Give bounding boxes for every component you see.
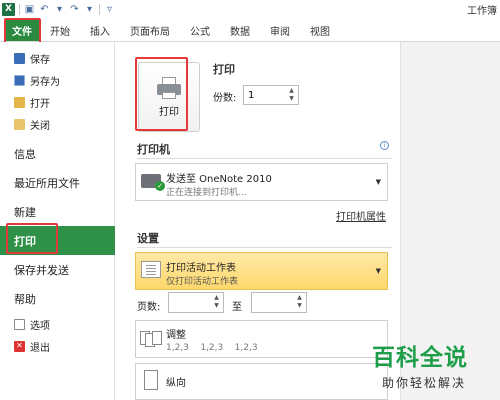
customize-qat-icon[interactable]: ▿ — [104, 4, 115, 15]
printer-dropdown[interactable]: ✓ 发送至 OneNote 2010 正在连接到打印机... ▼ — [135, 163, 388, 201]
nav-item-label: 退出 — [30, 342, 50, 354]
nav-item-options[interactable]: 选项 — [0, 313, 114, 335]
watermark-logo: 百科全说 助你轻松解决 — [372, 338, 500, 391]
nav-item-label: 另存为 — [30, 76, 60, 88]
nav-item-label: 保存 — [30, 54, 50, 66]
exit-icon: ✕ — [14, 340, 25, 352]
nav-item-info[interactable]: 信息 — [0, 139, 114, 168]
redo-icon[interactable]: ↷ — [69, 4, 80, 15]
chevron-down-icon: ▼ — [375, 267, 381, 275]
divider — [137, 247, 392, 248]
printer-icon: ✓ — [141, 174, 165, 191]
collate-sub: 1,2,3 1,2,3 1,2,3 — [166, 343, 258, 353]
copies-stepper[interactable]: ▲ ▼ — [243, 85, 299, 105]
tab-review[interactable]: 审阅 — [260, 19, 300, 41]
copies-input[interactable] — [244, 86, 282, 104]
nav-item-new[interactable]: 新建 — [0, 197, 114, 226]
watermark-subtitle: 助你轻松解决 — [382, 376, 467, 390]
qat-separator — [99, 3, 100, 15]
tab-page-layout[interactable]: 页面布局 — [120, 19, 180, 41]
folder-close-icon — [14, 118, 25, 130]
nav-item-save-send[interactable]: 保存并发送 — [0, 255, 114, 284]
spin-arrows[interactable]: ▲ ▼ — [287, 87, 296, 103]
nav-item-open[interactable]: 打开 — [0, 91, 114, 113]
spin-up-icon[interactable]: ▲ — [212, 294, 221, 302]
tab-data[interactable]: 数据 — [220, 19, 260, 41]
excel-logo-icon: X — [2, 2, 15, 16]
pages-label: 页数: — [137, 302, 161, 313]
undo-dropdown-icon[interactable]: ▾ — [54, 4, 65, 15]
spin-up-icon[interactable]: ▲ — [287, 87, 296, 95]
print-what-main: 打印活动工作表 — [166, 263, 236, 274]
pages-from-stepper[interactable]: ▲ ▼ — [168, 292, 224, 313]
nav-item-exit[interactable]: ✕ 退出 — [0, 335, 114, 357]
divider — [137, 158, 392, 159]
orientation-main: 纵向 — [166, 378, 186, 389]
collate-dropdown[interactable]: 调整 1,2,3 1,2,3 1,2,3 — [135, 320, 388, 358]
nav-item-label: 打开 — [30, 98, 50, 110]
spin-arrows[interactable]: ▲ ▼ — [212, 294, 221, 310]
title-bar: X ▣ ↶ ▾ ↷ ▾ ▿ 工作簿 — [0, 0, 500, 18]
ribbon-tabs: 文件 开始 插入 页面布局 公式 数据 审阅 视图 — [0, 18, 500, 42]
nav-item-close[interactable]: 关闭 — [0, 113, 114, 135]
quick-access-toolbar: X ▣ ↶ ▾ ↷ ▾ ▿ — [0, 2, 115, 16]
pages-to-stepper[interactable]: ▲ ▼ — [251, 292, 307, 313]
annotation-highlight-print-button — [135, 57, 188, 131]
printer-section-title: 打印机 — [137, 143, 170, 156]
nav-item-save-as[interactable]: 另存为 — [0, 69, 114, 91]
chevron-down-icon: ▼ — [375, 178, 381, 186]
collate-icon — [140, 331, 164, 347]
qat-separator — [19, 3, 20, 15]
redo-dropdown-icon[interactable]: ▾ — [84, 4, 95, 15]
copies-label: 份数: — [213, 93, 237, 104]
tab-home[interactable]: 开始 — [40, 19, 80, 41]
tab-formulas[interactable]: 公式 — [180, 19, 220, 41]
spin-down-icon[interactable]: ▼ — [212, 302, 221, 310]
printer-status: 正在连接到打印机... — [166, 188, 247, 198]
window-title: 工作簿 — [467, 6, 497, 17]
ready-check-icon: ✓ — [155, 181, 165, 191]
spin-arrows[interactable]: ▲ ▼ — [295, 294, 304, 310]
save-icon[interactable]: ▣ — [24, 4, 35, 15]
nav-item-help[interactable]: 帮助 — [0, 284, 114, 313]
printer-properties-link[interactable]: 打印机属性 — [336, 208, 386, 223]
print-what-sub: 仅打印活动工作表 — [166, 277, 239, 287]
save-as-icon — [14, 74, 25, 86]
options-icon — [14, 318, 25, 330]
save-icon — [14, 52, 25, 64]
spin-down-icon[interactable]: ▼ — [295, 302, 304, 310]
annotation-highlight-print-nav — [6, 223, 58, 254]
printer-name: 发送至 OneNote 2010 — [166, 174, 272, 185]
orientation-dropdown[interactable]: 纵向 — [135, 363, 388, 400]
pages-to-label: 至 — [232, 302, 242, 313]
backstage-nav: 保存 另存为 打开 关闭 信息 最近所用文件 新建 打印 保存并发送 帮助 选项… — [0, 42, 126, 400]
print-what-dropdown[interactable]: 打印活动工作表 仅打印活动工作表 ▼ — [135, 252, 388, 290]
nav-item-save[interactable]: 保存 — [0, 47, 114, 69]
nav-item-label: 选项 — [30, 320, 50, 332]
worksheet-icon — [141, 261, 161, 278]
tab-view[interactable]: 视图 — [300, 19, 340, 41]
settings-section-title: 设置 — [137, 232, 159, 245]
collate-main: 调整 — [166, 330, 186, 341]
nav-item-recent[interactable]: 最近所用文件 — [0, 168, 114, 197]
undo-icon[interactable]: ↶ — [39, 4, 50, 15]
spin-up-icon[interactable]: ▲ — [295, 294, 304, 302]
folder-open-icon — [14, 96, 25, 108]
info-icon[interactable]: i — [380, 141, 389, 150]
portrait-page-icon — [144, 370, 158, 390]
nav-item-label: 关闭 — [30, 120, 50, 132]
watermark-title: 百科全说 — [372, 345, 468, 371]
tab-insert[interactable]: 插入 — [80, 19, 120, 41]
print-heading: 打印 — [213, 63, 235, 76]
spin-down-icon[interactable]: ▼ — [287, 95, 296, 103]
